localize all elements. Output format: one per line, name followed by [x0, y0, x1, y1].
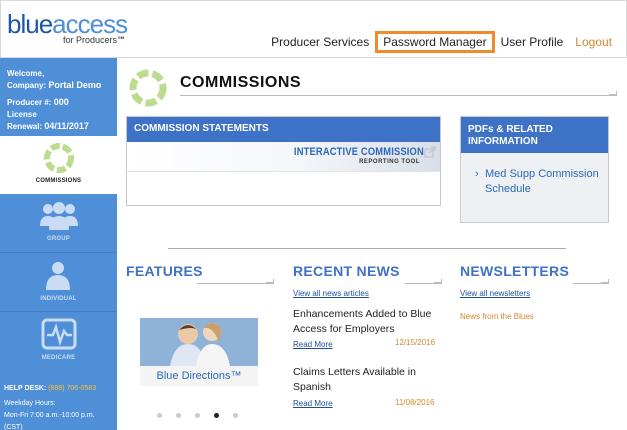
commissions-ring-icon [129, 69, 167, 107]
left-sidebar: Welcome, Company: Portal Demo Producer #… [0, 58, 117, 430]
helpdesk-info: HELP DESK: (888) 706-0583 Weekday Hours:… [4, 383, 96, 430]
features-underline-cap [266, 279, 274, 283]
producer-label: Producer #: [7, 98, 52, 107]
carousel-dot-active[interactable] [214, 413, 219, 418]
chevron-right-icon: › [475, 168, 479, 180]
sidebar-item-individual[interactable]: INDIVIDUAL [0, 254, 117, 312]
timezone: (CST) [4, 424, 23, 430]
newsletters-underline [573, 283, 609, 284]
nav-user-profile[interactable]: User Profile [495, 32, 570, 52]
carousel-dots [157, 413, 238, 418]
company-label: Company: [7, 81, 47, 90]
med-supp-schedule-link[interactable]: › Med Supp Commission Schedule [475, 167, 605, 197]
group-icon [40, 202, 78, 230]
news-read-more-link[interactable]: Read More [293, 399, 333, 408]
newsletter-item[interactable]: News from the Blues [460, 312, 534, 321]
top-nav: Producer Services Password Manager User … [265, 31, 618, 53]
welcome-label: Welcome, [7, 69, 45, 78]
individual-icon [46, 262, 70, 290]
nav-producer-services[interactable]: Producer Services [265, 32, 375, 52]
sidebar-item-label: COMMISSIONS [35, 178, 82, 184]
banner-people-image [140, 318, 258, 366]
med-supp-schedule-text: Med Supp Commission Schedule [485, 168, 599, 195]
features-title: FEATURES [126, 263, 203, 279]
user-info: Welcome, Company: Portal Demo Producer #… [0, 58, 117, 132]
news-item-date: 12/15/2016 [395, 338, 436, 347]
company-value: Portal Demo [48, 80, 102, 90]
logo-word-blue: blue [7, 9, 53, 39]
hours-value: Mon-Fri 7:00 a.m.-10:00 p.m. [4, 412, 95, 419]
recent-news-title: RECENT NEWS [293, 263, 400, 279]
tool-subtitle: REPORTING TOOL [359, 159, 420, 165]
features-underline [197, 283, 274, 284]
section-divider [168, 248, 566, 249]
sidebar-item-label: INDIVIDUAL [40, 296, 77, 302]
sidebar-item-label: GROUP [46, 236, 70, 242]
license-label: License [7, 110, 37, 119]
blueaccess-logo[interactable]: blueaccess for Producers℠ [7, 9, 128, 45]
nav-password-manager[interactable]: Password Manager [375, 31, 495, 53]
sidebar-divider [0, 252, 117, 253]
tool-title: INTERACTIVE COMMISSION [294, 146, 424, 158]
news-item-title[interactable]: Claims Letters Available in Spanish [293, 365, 453, 395]
news-underline [405, 283, 442, 284]
blue-directions-banner[interactable]: Blue Directions™ [140, 318, 258, 386]
medicare-icon [41, 318, 77, 350]
pdfs-related-panel: PDFs & RELATED INFORMATION › Med Supp Co… [460, 116, 609, 223]
producer-value: 000 [53, 97, 69, 107]
carousel-dot[interactable] [176, 413, 181, 418]
news-read-more-link[interactable]: Read More [293, 340, 333, 349]
sidebar-item-group[interactable]: GROUP [0, 194, 117, 252]
banner-caption: Blue Directions™ [140, 366, 258, 386]
view-all-newsletters-link[interactable]: View all newsletters [460, 289, 530, 298]
carousel-dot[interactable] [233, 413, 238, 418]
external-link-icon [424, 146, 436, 158]
interactive-commission-tool-link[interactable]: INTERACTIVE COMMISSION REPORTING TOOL [127, 142, 440, 172]
carousel-dot[interactable] [157, 413, 162, 418]
pdfs-header: PDFs & RELATED INFORMATION [461, 117, 608, 153]
logo-subtitle: for Producers℠ [63, 35, 127, 45]
renewal-value: 04/11/2017 [44, 121, 89, 131]
commission-statements-panel: COMMISSION STATEMENTS INTERACTIVE COMMIS… [126, 116, 441, 206]
pdfs-header-line2: INFORMATION [468, 136, 538, 147]
newsletters-underline-cap [601, 279, 609, 283]
title-underline-cap [609, 91, 617, 95]
news-item-title[interactable]: Enhancements Added to Blue Access for Em… [293, 307, 453, 337]
sidebar-item-label: MEDICARE [41, 355, 76, 361]
helpdesk-phone[interactable]: (888) 706-0583 [48, 385, 96, 392]
news-item-date: 11/08/2016 [395, 398, 435, 407]
newsletters-title: NEWSLETTERS [460, 263, 570, 279]
news-underline-cap [434, 279, 442, 283]
sidebar-item-commissions[interactable]: COMMISSIONS [0, 136, 117, 194]
top-header: blueaccess for Producers℠ Producer Servi… [0, 0, 627, 58]
commission-statements-header: COMMISSION STATEMENTS [127, 117, 440, 142]
hours-label: Weekday Hours: [4, 400, 56, 407]
title-underline [180, 95, 617, 96]
main-content: COMMISSIONS COMMISSION STATEMENTS INTERA… [117, 58, 627, 430]
renewal-label: Renewal: [7, 122, 43, 131]
nav-logout[interactable]: Logout [569, 32, 618, 52]
commissions-ring-icon [44, 143, 74, 173]
page-title: COMMISSIONS [180, 74, 302, 91]
view-all-news-link[interactable]: View all news articles [293, 289, 369, 298]
carousel-dot[interactable] [195, 413, 200, 418]
helpdesk-label: HELP DESK: [4, 385, 47, 392]
pdfs-header-line1: PDFs & RELATED [468, 124, 553, 135]
sidebar-divider [0, 311, 117, 312]
sidebar-item-medicare[interactable]: MEDICARE [0, 313, 117, 371]
